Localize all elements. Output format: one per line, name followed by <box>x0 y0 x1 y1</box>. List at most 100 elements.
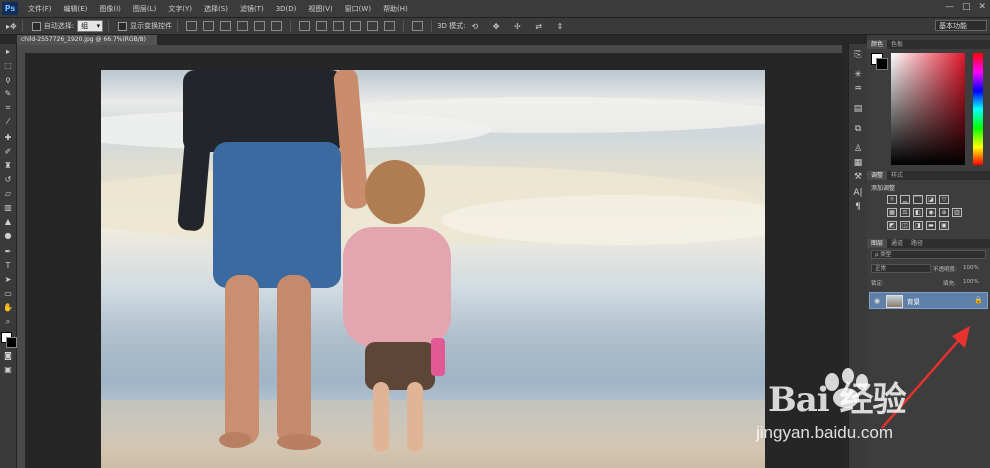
clone-source-icon[interactable]: ♙ <box>853 144 863 154</box>
align-right-icon[interactable] <box>271 21 283 31</box>
hue-saturation-icon[interactable]: ▦ <box>887 208 897 217</box>
tool-presets-icon[interactable]: ⚒ <box>853 172 863 182</box>
menu-window[interactable]: 窗口(W) <box>339 4 377 14</box>
black-white-icon[interactable]: ◧ <box>913 208 923 217</box>
character-panel-icon[interactable]: ▤ <box>853 104 863 114</box>
distribute-left-icon[interactable] <box>350 21 362 31</box>
shape-tool-icon[interactable]: ▭ <box>3 290 13 298</box>
type-panel-icon[interactable]: A| <box>853 188 863 198</box>
menu-image[interactable]: 图像(I) <box>93 4 127 14</box>
paragraph-panel-icon[interactable]: ⧉ <box>853 124 863 134</box>
tab-channels[interactable]: 通道 <box>887 239 907 248</box>
actions-panel-icon[interactable]: ▦ <box>853 158 863 168</box>
move-tool-icon[interactable]: ▸ <box>3 48 13 56</box>
tab-swatches[interactable]: 色板 <box>887 40 907 49</box>
path-select-tool-icon[interactable]: ➤ <box>3 276 13 284</box>
distribute-vcenter-icon[interactable] <box>316 21 328 31</box>
align-top-icon[interactable] <box>186 21 198 31</box>
menu-help[interactable]: 帮助(H) <box>377 4 414 14</box>
menu-edit[interactable]: 编辑(E) <box>58 4 94 14</box>
pen-tool-icon[interactable]: ✒ <box>3 248 13 256</box>
blend-mode-dropdown[interactable]: 正常 <box>871 264 931 273</box>
vibrance-icon[interactable]: ▽ <box>939 195 949 204</box>
lasso-tool-icon[interactable]: ϙ <box>3 76 13 84</box>
distribute-hcenter-icon[interactable] <box>367 21 379 31</box>
quick-select-tool-icon[interactable]: ✎ <box>3 90 13 98</box>
tab-layers[interactable]: 图层 <box>867 239 888 248</box>
history-panel-icon[interactable]: ⎘ <box>853 50 863 60</box>
gradient-tool-icon[interactable]: ▥ <box>3 204 13 212</box>
3d-mode-icons[interactable]: ⟲ ✥ ✢ ⇄ ⇕ <box>472 22 570 31</box>
paragraph-icon[interactable]: ¶ <box>853 202 863 212</box>
hue-slider[interactable] <box>973 53 983 165</box>
distribute-top-icon[interactable] <box>299 21 311 31</box>
layer-row-background[interactable]: ◉ 背景 🔒 <box>869 292 988 309</box>
workspace-dropdown[interactable]: 基本功能 <box>935 20 987 31</box>
type-tool-icon[interactable]: T <box>3 262 13 270</box>
posterize-icon[interactable]: ◫ <box>900 221 910 230</box>
zoom-tool-icon[interactable]: ⌕ <box>3 318 13 326</box>
selective-color-icon[interactable]: ▣ <box>939 221 949 230</box>
auto-select-checkbox[interactable] <box>31 21 41 31</box>
background-color-swatch[interactable] <box>6 337 17 348</box>
document-tab[interactable]: child-2557726_1920.jpg @ 66.7%(RGB/8) <box>17 35 157 45</box>
menu-type[interactable]: 文字(Y) <box>162 4 198 14</box>
history-brush-tool-icon[interactable]: ↺ <box>3 176 13 184</box>
properties-panel-icon[interactable]: ✳ <box>853 70 863 80</box>
align-vcenter-icon[interactable] <box>203 21 215 31</box>
brush-tool-icon[interactable]: ✐ <box>3 148 13 156</box>
quick-mask-icon[interactable]: ◙ <box>3 352 13 360</box>
color-picker-field[interactable] <box>891 53 965 165</box>
show-transform-checkbox[interactable] <box>118 21 128 31</box>
tab-styles[interactable]: 样式 <box>887 171 907 180</box>
tab-color[interactable]: 颜色 <box>867 40 888 49</box>
color-lookup-icon[interactable]: ▥ <box>952 208 962 217</box>
bg-color-chip[interactable] <box>876 58 888 70</box>
gradient-map-icon[interactable]: ▬ <box>926 221 936 230</box>
marquee-tool-icon[interactable]: ⬚ <box>3 62 13 70</box>
healing-tool-icon[interactable]: ✚ <box>3 134 13 142</box>
menu-view[interactable]: 视图(V) <box>302 4 338 14</box>
menu-3d[interactable]: 3D(D) <box>270 5 303 13</box>
blur-tool-icon[interactable]: ▲ <box>3 218 13 226</box>
menu-filter[interactable]: 滤镜(T) <box>234 4 270 14</box>
photo-filter-icon[interactable]: ◉ <box>926 208 936 217</box>
exposure-icon[interactable]: ◪ <box>926 195 936 204</box>
menu-layer[interactable]: 图层(L) <box>127 4 162 14</box>
color-balance-icon[interactable]: ⚖ <box>900 208 910 217</box>
visibility-eye-icon[interactable]: ◉ <box>874 297 880 305</box>
auto-select-dropdown[interactable]: 组 <box>77 20 104 32</box>
crop-tool-icon[interactable]: ⌗ <box>3 104 13 112</box>
dodge-tool-icon[interactable]: ● <box>3 232 13 240</box>
screen-mode-icon[interactable]: ▣ <box>3 366 13 374</box>
align-bottom-icon[interactable] <box>220 21 232 31</box>
brightness-icon[interactable]: ☼ <box>887 195 897 204</box>
channel-mixer-icon[interactable]: ⊕ <box>939 208 949 217</box>
eraser-tool-icon[interactable]: ▱ <box>3 190 13 198</box>
layer-filter-dropdown[interactable]: ρ 类型 <box>871 250 986 259</box>
brush-panel-icon[interactable]: ♒ <box>853 84 863 94</box>
eyedropper-tool-icon[interactable]: ⁄ <box>3 118 13 126</box>
fill-value[interactable]: 100% <box>963 279 979 285</box>
curves-icon[interactable]: ⌒ <box>913 195 923 204</box>
invert-icon[interactable]: ◩ <box>887 221 897 230</box>
align-left-icon[interactable] <box>237 21 249 31</box>
distribute-bottom-icon[interactable] <box>333 21 345 31</box>
tab-adjustments[interactable]: 调整 <box>867 171 888 180</box>
move-tool-icon[interactable]: ▸✥ <box>6 22 17 31</box>
levels-icon[interactable]: ▁ <box>900 195 910 204</box>
close-button[interactable]: ✕ <box>978 2 986 12</box>
tab-paths[interactable]: 路径 <box>907 239 927 248</box>
auto-align-icon[interactable] <box>412 21 424 31</box>
align-hcenter-icon[interactable] <box>254 21 266 31</box>
menu-file[interactable]: 文件(F) <box>22 4 58 14</box>
distribute-right-icon[interactable] <box>384 21 396 31</box>
menu-select[interactable]: 选择(S) <box>198 4 234 14</box>
maximize-button[interactable]: □ <box>962 2 971 12</box>
stamp-tool-icon[interactable]: ♜ <box>3 162 13 170</box>
minimize-button[interactable]: — <box>945 2 954 12</box>
hand-tool-icon[interactable]: ✋ <box>3 304 13 312</box>
threshold-icon[interactable]: ◨ <box>913 221 923 230</box>
document-image[interactable] <box>101 70 765 468</box>
opacity-value[interactable]: 100% <box>963 265 979 271</box>
